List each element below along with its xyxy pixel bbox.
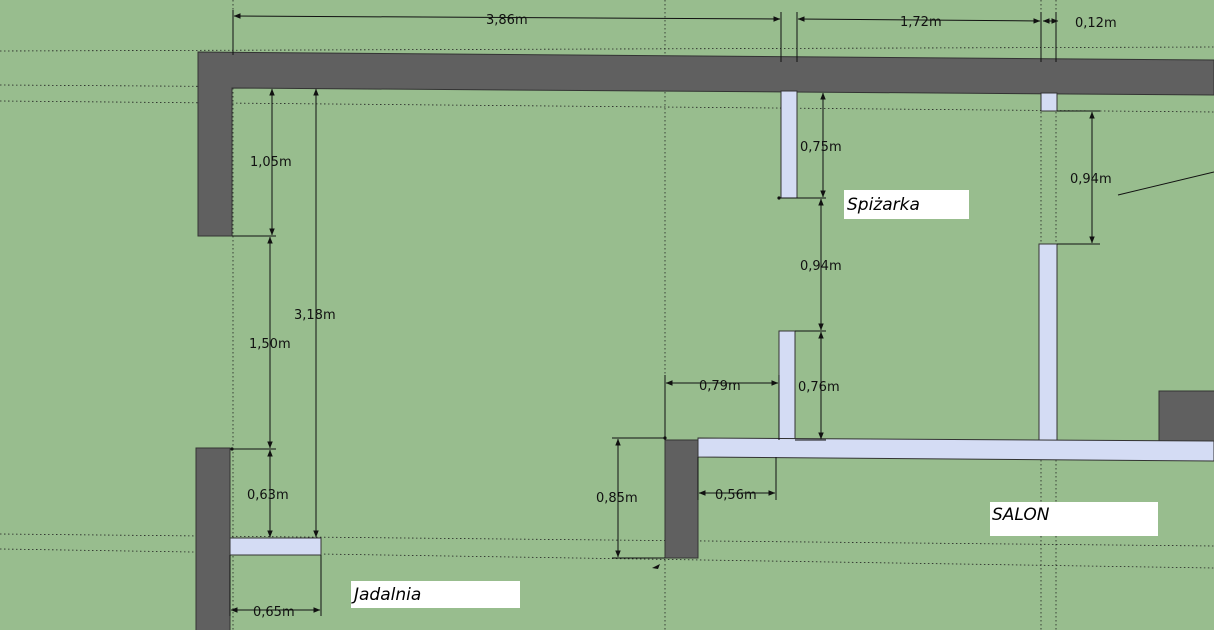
- corner-marker: [777, 196, 781, 200]
- dim-left-lower: 0,63m: [247, 488, 289, 503]
- floor-plan-canvas: 3,86m 1,72m 0,12m 1,05m 1,50m 3,18m 0,63…: [0, 0, 1214, 630]
- dim-mid-offset: 0,56m: [715, 488, 757, 503]
- pantry-wall-upper: [780, 90, 798, 199]
- right-vertical-wall: [1038, 243, 1058, 443]
- right-vertical-stub: [1040, 92, 1058, 112]
- corner-marker: [652, 564, 660, 569]
- guide-line: [0, 46, 1214, 52]
- horizontal-partition: [697, 437, 1214, 462]
- room-label-spizarka: Spiżarka: [847, 195, 920, 215]
- dim-pantry-lower: 0,76m: [798, 380, 840, 395]
- corner-marker: [663, 436, 667, 440]
- guide-line: [0, 100, 1214, 113]
- right-wall-stub: [1158, 390, 1214, 442]
- dim-pantry-upper: 0,75m: [800, 140, 842, 155]
- guide-line: [0, 548, 1214, 569]
- dim-mid-wall: 0,85m: [596, 491, 638, 506]
- dim-pantry-span: 1,72m: [900, 15, 942, 30]
- dim-right-door: 0,94m: [1070, 172, 1112, 187]
- dim-top-width: 3,86m: [486, 13, 528, 28]
- dim-small-gap: 0,12m: [1075, 16, 1117, 31]
- pantry-wall-lower: [778, 330, 796, 441]
- left-bottom-wall: [195, 447, 231, 630]
- dim-left-total: 3,18m: [294, 308, 336, 323]
- room-label-salon: SALON: [992, 505, 1050, 525]
- top-wall: [197, 51, 1214, 237]
- leader-line: [1117, 171, 1214, 196]
- walls: [195, 51, 1214, 630]
- room-labels: Spiżarka Jadalnia SALON: [351, 190, 1158, 608]
- room-label-jadalnia: Jadalnia: [351, 585, 421, 605]
- partitions: [229, 90, 1214, 556]
- dim-left-opening: 1,50m: [249, 337, 291, 352]
- dim-left-upper: 1,05m: [250, 155, 292, 170]
- dim-mid-gap: 0,79m: [699, 379, 741, 394]
- bottom-left-stub: [229, 537, 322, 556]
- corner-marker: [230, 447, 234, 451]
- middle-wall: [664, 439, 699, 559]
- dim-bottom-stub: 0,65m: [253, 605, 295, 620]
- floor-plan: 3,86m 1,72m 0,12m 1,05m 1,50m 3,18m 0,63…: [0, 0, 1214, 630]
- dimension-arrows: [230, 13, 1095, 613]
- dim-pantry-door: 0,94m: [800, 259, 842, 274]
